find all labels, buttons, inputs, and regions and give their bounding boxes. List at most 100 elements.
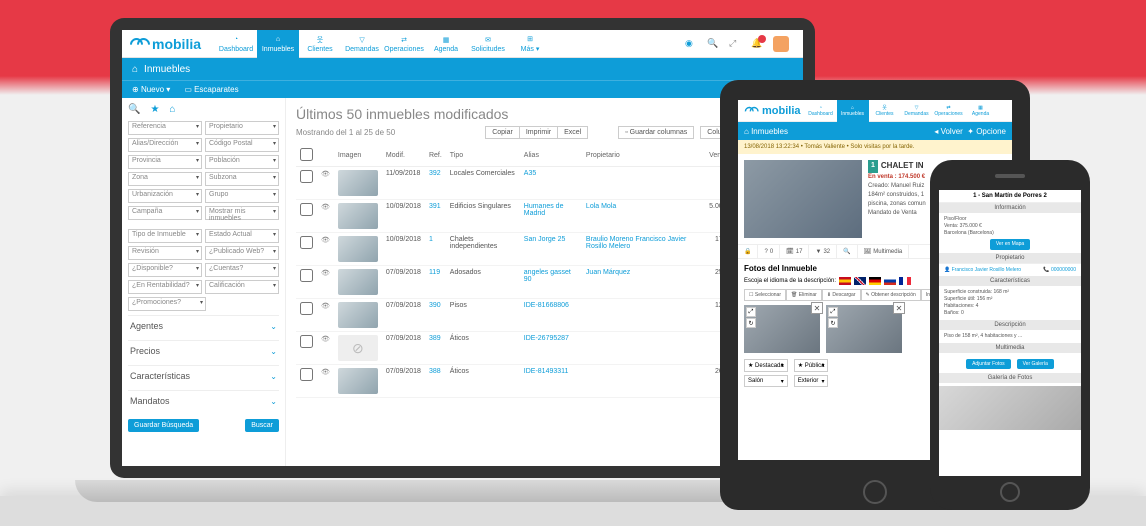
owner-link[interactable]: Lola Mola: [586, 203, 616, 210]
filter-provincia[interactable]: Provincia: [128, 155, 202, 169]
search-button[interactable]: Buscar: [245, 419, 279, 432]
filter-urbanizacion[interactable]: Urbanización: [128, 189, 202, 203]
property-thumb[interactable]: [338, 236, 378, 262]
back-button[interactable]: ◂ Volver: [934, 127, 962, 136]
flag-ru-icon[interactable]: [884, 277, 896, 285]
property-thumb[interactable]: [338, 302, 378, 328]
alias-link[interactable]: IDE-81493311: [524, 368, 569, 375]
filter-campana[interactable]: Campaña: [128, 206, 202, 220]
flag-fr-icon[interactable]: [899, 277, 911, 285]
save-columns-button[interactable]: ▫ Guardar columnas: [618, 126, 694, 139]
nav-inmuebles[interactable]: ⌂Inmuebles: [257, 30, 299, 58]
nav-inmuebles[interactable]: ⌂Inmuebles: [837, 100, 869, 122]
row-checkbox[interactable]: [300, 302, 313, 315]
select-button[interactable]: ☐ Seleccionar: [744, 289, 786, 301]
toggle-icon[interactable]: ◉: [685, 38, 697, 50]
filter-propietario[interactable]: Propietario: [205, 121, 279, 135]
select-exterior[interactable]: Exterior: [794, 375, 829, 387]
brand-logo[interactable]: mobilia: [742, 105, 801, 117]
star-icon[interactable]: ★: [150, 104, 159, 115]
alias-link[interactable]: A35: [524, 170, 536, 177]
row-checkbox[interactable]: [300, 368, 313, 381]
filter-referencia[interactable]: Referencia: [128, 121, 202, 135]
nav-operaciones[interactable]: ⇄Operaciones: [383, 30, 425, 58]
property-thumb[interactable]: ⊘: [338, 335, 378, 361]
filter-tipo[interactable]: Tipo de Inmueble: [128, 229, 202, 243]
property-thumb[interactable]: [338, 269, 378, 295]
owner-link[interactable]: Braulio Moreno Francisco Javier Rosillo …: [586, 236, 686, 250]
ref-link[interactable]: 119: [429, 269, 440, 276]
filter-calificacion[interactable]: Calificación: [205, 280, 279, 294]
filter-grupo[interactable]: Grupo: [205, 189, 279, 203]
flag-en-icon[interactable]: [854, 277, 866, 285]
col-tipo[interactable]: Tipo: [446, 145, 520, 167]
search-icon[interactable]: 🔍: [707, 38, 719, 50]
escaparates-button[interactable]: ▭ Escaparates: [184, 85, 238, 94]
filter-poblacion[interactable]: Población: [205, 155, 279, 169]
ref-link[interactable]: 391: [429, 203, 441, 210]
select-publica[interactable]: ★ Pública: [794, 359, 829, 372]
alias-link[interactable]: IDE-26795287: [524, 335, 569, 342]
tab-filter[interactable]: ▼32: [809, 245, 837, 258]
row-checkbox[interactable]: [300, 236, 313, 249]
filter-alias[interactable]: Alias/Dirección: [128, 138, 202, 152]
expand-icon[interactable]: ⤢: [828, 307, 838, 317]
rotate-icon[interactable]: ↻: [828, 318, 838, 328]
home-icon[interactable]: ⌂: [169, 104, 175, 115]
remove-icon[interactable]: ✕: [893, 302, 905, 314]
col-imagen[interactable]: Imagen: [334, 145, 382, 167]
filter-revision[interactable]: Revisión: [128, 246, 202, 260]
user-avatar[interactable]: [773, 36, 789, 52]
filter-rentabilidad[interactable]: ¿En Rentabilidad?: [128, 280, 202, 294]
eye-icon[interactable]: 👁: [317, 233, 334, 266]
rotate-icon[interactable]: ↻: [746, 318, 756, 328]
flag-de-icon[interactable]: [869, 277, 881, 285]
row-checkbox[interactable]: [300, 269, 313, 282]
remove-icon[interactable]: ✕: [811, 302, 823, 314]
eye-icon[interactable]: 👁: [317, 332, 334, 365]
select-salon[interactable]: Salón: [744, 375, 788, 387]
row-checkbox[interactable]: [300, 335, 313, 348]
home-button[interactable]: [1000, 482, 1020, 502]
expand-icon[interactable]: ⤢: [729, 38, 741, 50]
section-agentes[interactable]: Agentes⌄: [128, 315, 279, 336]
alias-link[interactable]: Humanes de Madrid: [524, 203, 564, 217]
expand-icon[interactable]: ⤢: [746, 307, 756, 317]
table-row[interactable]: 👁07/09/2018390PisosIDE-81668806120.000€1…: [296, 299, 793, 332]
section-caracteristicas[interactable]: Características⌄: [128, 365, 279, 386]
eye-icon[interactable]: 👁: [317, 266, 334, 299]
nav-more[interactable]: ⊞Más ▾: [509, 30, 551, 58]
nav-demandas[interactable]: ▽Demandas: [901, 100, 933, 122]
copy-button[interactable]: Copiar: [485, 126, 520, 139]
download-button[interactable]: ⬇ Descargar: [822, 289, 861, 301]
new-button[interactable]: ⊕ Nuevo ▾: [132, 85, 170, 94]
nav-clientes[interactable]: 웃Clientes: [869, 100, 901, 122]
owner-link[interactable]: 👤 Francisco Javier Rosillo Melero: [944, 267, 1021, 273]
nav-operaciones[interactable]: ⇄Operaciones: [933, 100, 965, 122]
property-thumb[interactable]: [338, 203, 378, 229]
ref-link[interactable]: 390: [429, 302, 441, 309]
property-photo[interactable]: [744, 160, 862, 238]
view-gallery-button[interactable]: Ver Galería: [1017, 359, 1054, 369]
photo-thumb[interactable]: ⤢↻ ✕: [744, 305, 820, 353]
filter-disponible[interactable]: ¿Disponible?: [128, 263, 202, 277]
brand-logo[interactable]: mobilia: [130, 36, 201, 52]
flag-es-icon[interactable]: [839, 277, 851, 285]
map-button[interactable]: Ver en Mapa: [990, 239, 1030, 250]
tab-lock[interactable]: 🔒: [738, 245, 758, 258]
col-ref[interactable]: Ref.: [425, 145, 446, 167]
nav-dashboard[interactable]: ◔Dashboard: [215, 30, 257, 58]
nav-agenda[interactable]: ▦Agenda: [965, 100, 997, 122]
col-modif[interactable]: Modif.: [382, 145, 425, 167]
attach-photos-button[interactable]: Adjuntar Fotos: [966, 359, 1011, 369]
filter-mostrar[interactable]: Mostrar mis inmuebles: [205, 206, 279, 220]
ref-link[interactable]: 388: [429, 368, 441, 375]
row-checkbox[interactable]: [300, 203, 313, 216]
select-destacada[interactable]: ★ Destacada: [744, 359, 788, 372]
table-row[interactable]: 👁07/09/2018119Adosadosangeles gasset 90J…: [296, 266, 793, 299]
filter-subzona[interactable]: Subzona: [205, 172, 279, 186]
alias-link[interactable]: San Jorge 25: [524, 236, 566, 243]
excel-button[interactable]: Excel: [558, 126, 588, 139]
options-button[interactable]: ✦ Opcione: [967, 127, 1006, 136]
print-button[interactable]: Imprimir: [520, 126, 558, 139]
